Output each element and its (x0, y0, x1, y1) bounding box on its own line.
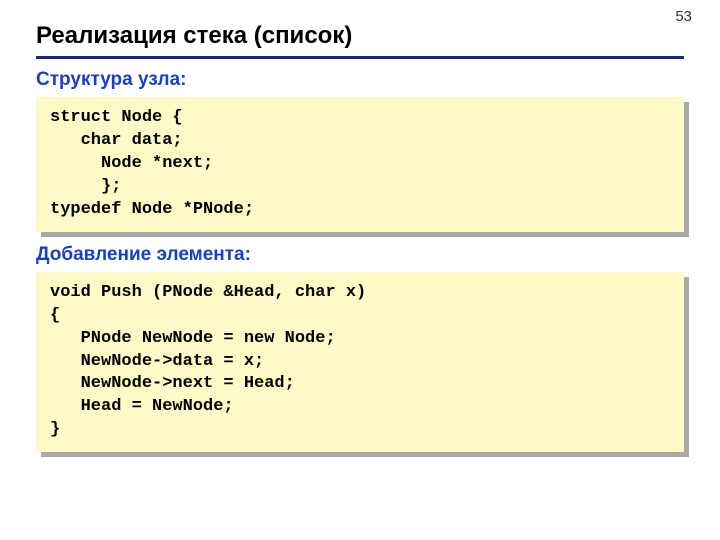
page-number: 53 (675, 8, 692, 25)
code-block-struct-wrapper: struct Node { char data; Node *next; }; … (36, 97, 684, 232)
code-block-struct: struct Node { char data; Node *next; }; … (36, 97, 684, 232)
page-title: Реализация стека (список) (36, 22, 684, 59)
code-block-push-wrapper: void Push (PNode &Head, char x) { PNode … (36, 272, 684, 453)
section-label-add: Добавление элемента: (36, 244, 684, 266)
section-label-struct: Структура узла: (36, 69, 684, 91)
code-block-push: void Push (PNode &Head, char x) { PNode … (36, 272, 684, 453)
slide-content: Реализация стека (список) Структура узла… (0, 0, 720, 452)
